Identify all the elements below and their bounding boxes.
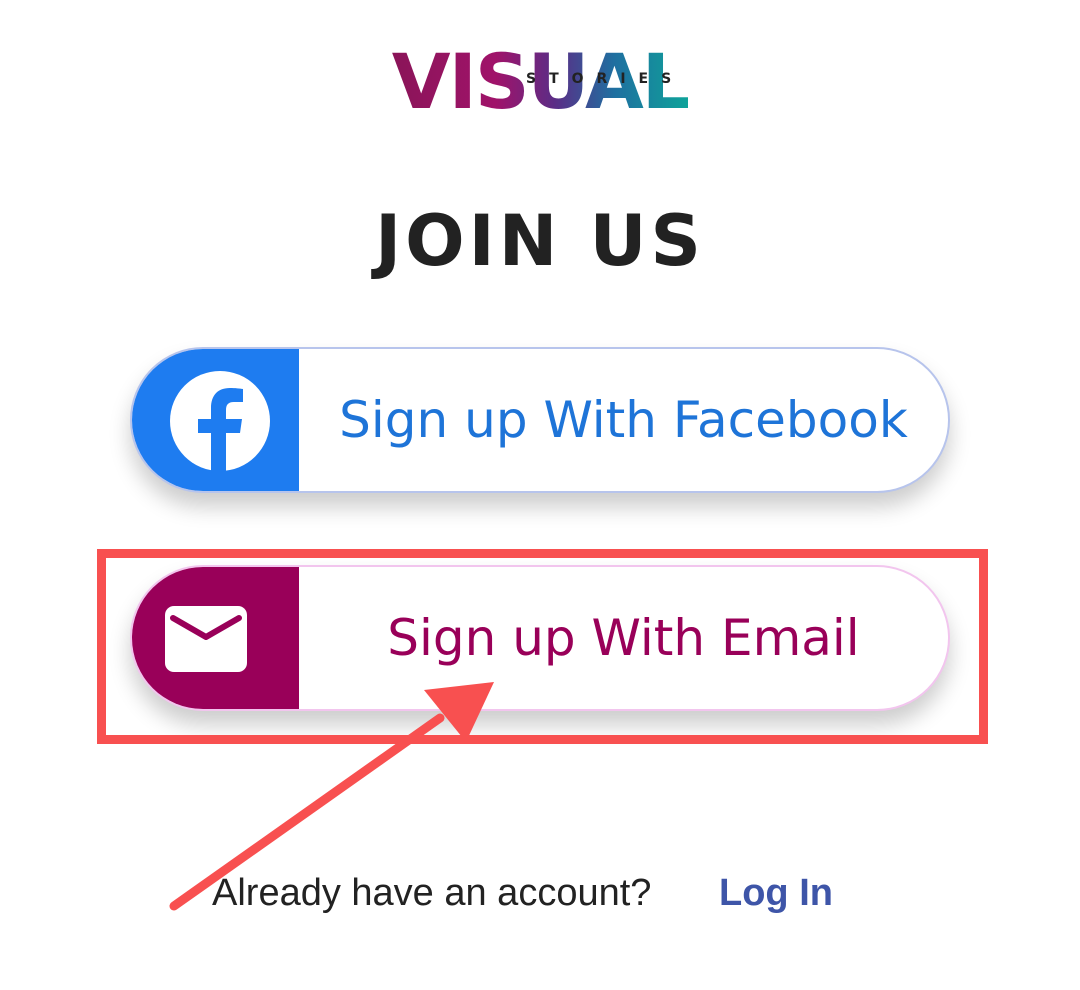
already-have-account-text: Already have an account? [212, 872, 652, 914]
page-title: JOIN US [375, 200, 705, 282]
login-link[interactable]: Log In [719, 872, 833, 915]
logo-tagline: STORIES [526, 71, 685, 87]
highlight-annotation-box [97, 549, 988, 744]
annotation-arrow [169, 682, 494, 911]
facebook-icon [170, 371, 270, 473]
signup-facebook-button[interactable]: Sign up With Facebook [130, 347, 950, 493]
signup-facebook-label: Sign up With Facebook [339, 391, 908, 449]
facebook-icon-box [132, 349, 299, 491]
